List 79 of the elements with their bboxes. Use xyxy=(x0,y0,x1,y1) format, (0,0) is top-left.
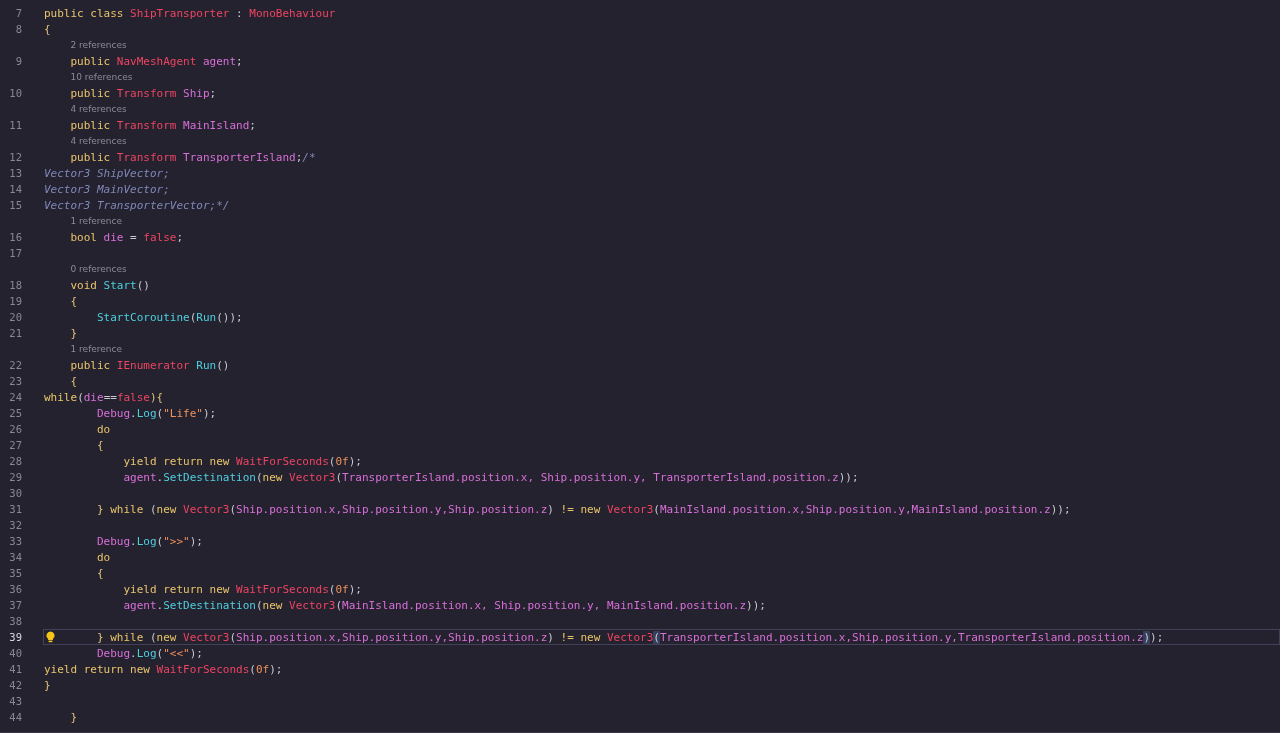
code-line: } xyxy=(69,326,78,340)
line-number: 36 xyxy=(8,583,22,595)
code-line: public IEnumerator Run() xyxy=(69,358,230,372)
line-number: 12 xyxy=(8,151,22,163)
line-number: 44 xyxy=(8,711,22,723)
line-number: 39 xyxy=(8,631,22,643)
line-number: 22 xyxy=(8,359,22,371)
code-line: yield return new WaitForSeconds(0f); xyxy=(122,582,362,596)
line-number: 19 xyxy=(8,295,22,307)
reference-count-link[interactable]: 4 references xyxy=(70,104,127,114)
line-number: 40 xyxy=(8,647,22,659)
code-line: Vector3 MainVector; xyxy=(44,182,170,196)
reference-count-link[interactable]: 4 references xyxy=(70,136,127,146)
code-line: bool die = false; xyxy=(69,230,184,244)
line-number: 31 xyxy=(8,503,22,515)
line-number: 23 xyxy=(8,375,22,387)
code-line: yield return new WaitForSeconds(0f); xyxy=(44,662,283,676)
code-line: } while (new Vector3(Ship.position.x,Ship.position.y,Ship.position.z) != new Vector3(TransporterIsland.position.x,Ship.position.y,TransporterIsland.position.z)); xyxy=(95,630,1164,644)
line-number: 8 xyxy=(14,23,22,35)
reference-count-link[interactable]: 1 reference xyxy=(70,216,123,226)
code-line: public class ShipTransporter : MonoBehaviour xyxy=(44,6,336,20)
line-number: 7 xyxy=(14,7,22,19)
line-number: 30 xyxy=(8,487,22,499)
line-number: 27 xyxy=(8,439,22,451)
line-number: 29 xyxy=(8,471,22,483)
code-line: Vector3 ShipVector; xyxy=(44,166,170,180)
code-line: do xyxy=(95,422,111,436)
reference-count-link[interactable]: 1 reference xyxy=(70,344,123,354)
line-number: 41 xyxy=(8,663,22,675)
code-line: { xyxy=(44,22,51,36)
line-number: 26 xyxy=(8,423,22,435)
code-line: agent.SetDestination(new Vector3(TransporterIsland.position.x, Ship.position.y, TransporterIsland.position.z)); xyxy=(122,470,859,484)
line-number: 21 xyxy=(8,327,22,339)
code-line: public Transform TransporterIsland;/* xyxy=(69,150,316,164)
code-line: { xyxy=(95,566,104,580)
code-line: } xyxy=(44,678,51,692)
code-line: Debug.Log("Life"); xyxy=(95,406,217,420)
line-number: 11 xyxy=(8,119,22,131)
line-number: 13 xyxy=(8,167,22,179)
line-number: 42 xyxy=(8,679,22,691)
line-number: 15 xyxy=(8,199,22,211)
code-line: public NavMeshAgent agent; xyxy=(69,54,243,68)
reference-count-link[interactable]: 2 references xyxy=(70,40,127,50)
line-number: 32 xyxy=(8,519,22,531)
code-line: do xyxy=(95,550,111,564)
code-line: Debug.Log(">>"); xyxy=(95,534,203,548)
line-number: 9 xyxy=(14,55,22,67)
code-line: public Transform Ship; xyxy=(69,86,217,100)
code-line: Debug.Log("<<"); xyxy=(95,646,203,660)
line-number: 14 xyxy=(8,183,22,195)
line-number: 37 xyxy=(8,599,22,611)
code-line: StartCoroutine(Run()); xyxy=(95,310,243,324)
line-number: 17 xyxy=(8,247,22,259)
line-number: 28 xyxy=(8,455,22,467)
line-number: 18 xyxy=(8,279,22,291)
line-number: 38 xyxy=(8,615,22,627)
line-number: 35 xyxy=(8,567,22,579)
code-line: agent.SetDestination(new Vector3(MainIsland.position.x, Ship.position.y, MainIsland.position.z)); xyxy=(122,598,766,612)
line-number: 34 xyxy=(8,551,22,563)
code-line: { xyxy=(69,374,78,388)
code-line: } xyxy=(69,710,78,724)
code-line: public Transform MainIsland; xyxy=(69,118,256,132)
code-line: while(die==false){ xyxy=(44,390,164,404)
line-number: 24 xyxy=(8,391,22,403)
line-number: 10 xyxy=(8,87,22,99)
line-number: 20 xyxy=(8,311,22,323)
code-line: yield return new WaitForSeconds(0f); xyxy=(122,454,362,468)
line-number: 43 xyxy=(8,695,22,707)
reference-count-link[interactable]: 0 references xyxy=(70,264,127,274)
line-number: 25 xyxy=(8,407,22,419)
code-line: void Start() xyxy=(69,278,150,292)
code-line: } while (new Vector3(Ship.position.x,Ship.position.y,Ship.position.z) != new Vector3(MainIsland.position.x,Ship.position.y,MainIsland.position.z)); xyxy=(95,502,1071,516)
code-line: Vector3 TransporterVector;*/ xyxy=(44,198,230,212)
reference-count-link[interactable]: 10 references xyxy=(70,72,133,82)
line-number: 16 xyxy=(8,231,22,243)
code-line: { xyxy=(69,294,78,308)
lightbulb-icon[interactable] xyxy=(46,631,55,643)
line-number: 33 xyxy=(8,535,22,547)
code-line: { xyxy=(95,438,104,452)
